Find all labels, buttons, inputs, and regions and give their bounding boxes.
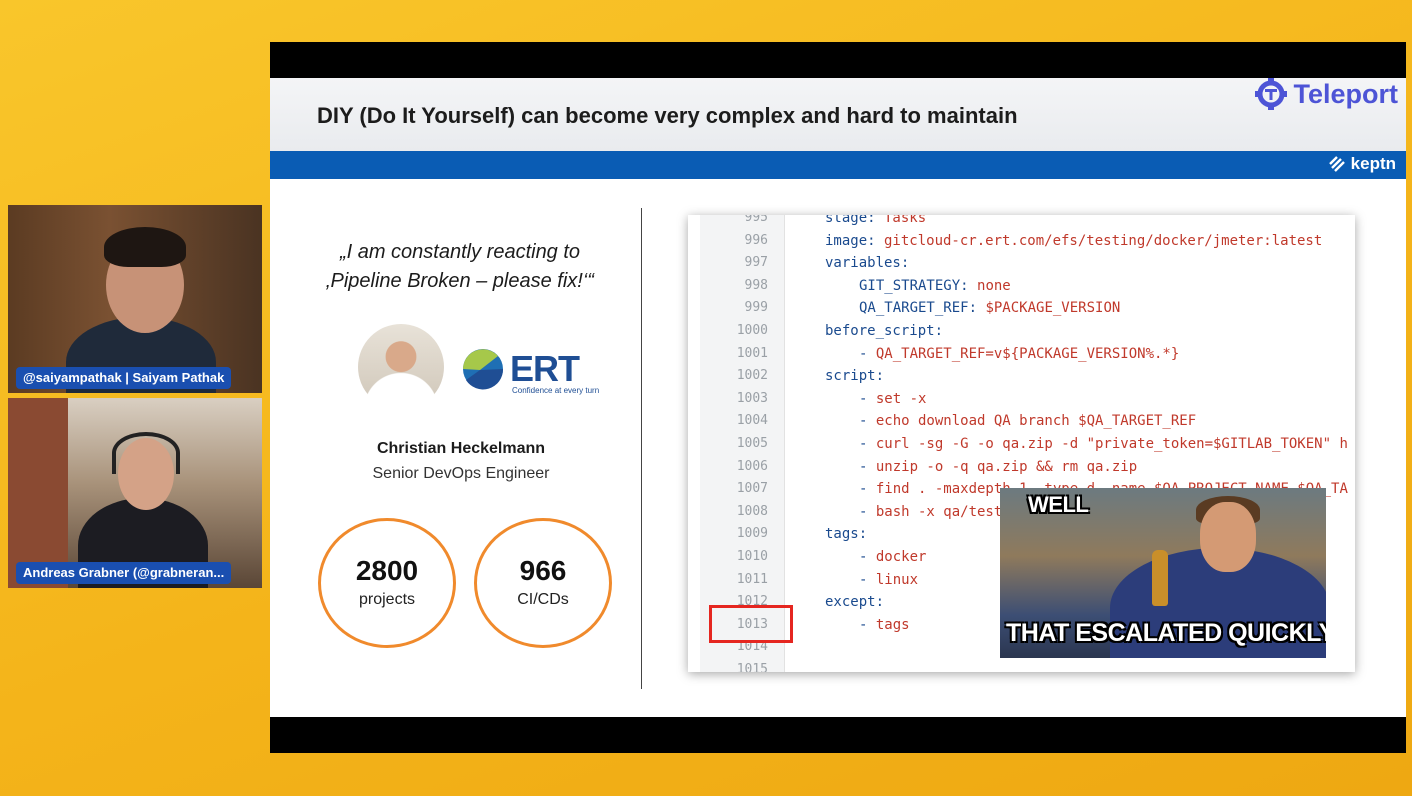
code-key: before_script: bbox=[825, 323, 944, 339]
line-number: 995 bbox=[744, 215, 768, 225]
code-key: - bbox=[859, 571, 876, 588]
code-value: $PACKAGE_VERSION bbox=[985, 300, 1121, 317]
code-key: - bbox=[859, 549, 876, 565]
meme-bottom-text: THAT ESCALATED QUICKLY bbox=[1006, 619, 1326, 647]
code-key: - bbox=[859, 413, 876, 430]
speaker-name: Christian Heckelmann bbox=[376, 440, 546, 457]
line-number: 998 bbox=[744, 277, 768, 293]
meme-top-text: WELL bbox=[1028, 492, 1089, 517]
line-number: 1011 bbox=[736, 571, 768, 587]
letterbox-top bbox=[270, 42, 1406, 78]
code-key: - bbox=[859, 345, 876, 362]
slide-divider bbox=[641, 208, 642, 689]
line-number: 1003 bbox=[736, 390, 768, 406]
code-key: - bbox=[859, 481, 876, 498]
line-number: 1000 bbox=[736, 323, 768, 338]
keptn-wordmark: keptn bbox=[1350, 154, 1396, 173]
quote-line-1: „I am constantly reacting to bbox=[339, 241, 581, 263]
line-number: 1002 bbox=[736, 368, 768, 384]
code-value: curl -sg -G -o qa.zip -d "private_token=… bbox=[875, 436, 1348, 452]
code-value: unzip -o -q qa.zip && rm qa.zip bbox=[875, 458, 1138, 475]
line-number: 1009 bbox=[736, 526, 768, 542]
line-number: 999 bbox=[744, 300, 768, 316]
highlight-box bbox=[709, 605, 793, 643]
line-number: 1006 bbox=[736, 458, 768, 474]
code-key: GIT_STRATEGY: bbox=[859, 277, 978, 294]
stat-label: projects bbox=[358, 591, 416, 608]
line-number: 1015 bbox=[736, 662, 768, 672]
line-number: 1008 bbox=[736, 503, 768, 519]
keptn-icon bbox=[1328, 156, 1345, 172]
code-key: stage: bbox=[825, 215, 885, 226]
code-value: bash -x qa/test bbox=[875, 503, 1003, 520]
participant-tile-saiyam[interactable]: @saiyampathak | Saiyam Pathak bbox=[8, 205, 262, 393]
code-key: - bbox=[859, 436, 876, 452]
code-value: none bbox=[977, 277, 1011, 294]
quote-line-2: ‚Pipeline Broken – please fix!‘“ bbox=[326, 270, 594, 292]
code-key: - bbox=[859, 458, 876, 475]
code-value: QA_TARGET_REF=v${PACKAGE_VERSION%.*} bbox=[875, 345, 1180, 362]
participant-name-tag: Andreas Grabner (@grabneran... bbox=[16, 562, 232, 584]
code-key: - bbox=[859, 503, 876, 520]
code-key: tags: bbox=[825, 526, 868, 543]
slide-header: DIY (Do It Yourself) can become very com… bbox=[270, 78, 1406, 151]
line-number: 1004 bbox=[736, 413, 768, 429]
participant-tile-andreas[interactable]: Andreas Grabner (@grabneran... bbox=[8, 398, 262, 588]
code-value: echo download QA branch $QA_TARGET_REF bbox=[875, 413, 1197, 430]
stat-cicds: 966 CI/CDs bbox=[474, 518, 612, 648]
code-key: script: bbox=[825, 368, 885, 385]
code-value: linux bbox=[875, 571, 919, 588]
stat-value: 2800 bbox=[355, 555, 419, 586]
stat-value: 966 bbox=[519, 555, 567, 586]
bottle-icon bbox=[1152, 550, 1168, 606]
customer-quote: „I am constantly reacting to ‚Pipeline B… bbox=[300, 238, 620, 296]
line-number: 1005 bbox=[736, 436, 768, 451]
teleport-gear-icon bbox=[1255, 78, 1288, 110]
ert-wordmark: ERT bbox=[510, 348, 580, 389]
code-key: - bbox=[859, 390, 876, 407]
code-value: Tasks bbox=[884, 215, 927, 226]
ert-swoosh-icon bbox=[463, 349, 504, 390]
code-key: - bbox=[859, 616, 876, 633]
meme-image: WELL THAT ESCALATED QUICKLY bbox=[1000, 488, 1326, 658]
speaker-photo bbox=[358, 324, 444, 410]
letterbox-bottom bbox=[270, 717, 1406, 753]
line-number: 997 bbox=[744, 255, 768, 271]
ert-tagline: Confidence at every turn bbox=[512, 386, 600, 395]
code-key: image: bbox=[825, 232, 885, 249]
teleport-wordmark: Teleport bbox=[1293, 78, 1398, 109]
line-number: 1010 bbox=[736, 549, 768, 564]
headset-icon bbox=[112, 432, 180, 474]
code-key: variables: bbox=[825, 255, 910, 272]
teleport-logo: Teleport bbox=[1255, 78, 1398, 110]
code-value: docker bbox=[875, 549, 927, 565]
presentation-slide: DIY (Do It Yourself) can become very com… bbox=[270, 78, 1406, 717]
code-key: QA_TARGET_REF: bbox=[859, 300, 986, 317]
keptn-logo: keptn bbox=[1327, 154, 1396, 174]
code-value: set -x bbox=[875, 390, 927, 407]
line-number: 996 bbox=[744, 232, 768, 248]
stat-projects: 2800 projects bbox=[318, 518, 456, 648]
line-number: 1007 bbox=[736, 481, 768, 497]
meme-figure-face bbox=[1200, 502, 1256, 572]
code-screenshot: 995 stage: Tasks 996 image: gitcloud-cr.ert… bbox=[688, 215, 1355, 672]
stat-label: CI/CDs bbox=[517, 591, 569, 608]
speaker-role: Senior DevOps Engineer bbox=[372, 465, 550, 482]
code-value: gitcloud-cr.ert.com/efs/testing/docker/j… bbox=[884, 232, 1323, 249]
ert-logo: ERT Confidence at every turn bbox=[462, 348, 599, 395]
participant-name-tag: @saiyampathak | Saiyam Pathak bbox=[16, 367, 232, 389]
room-background bbox=[8, 398, 68, 588]
slide-blue-bar: keptn bbox=[270, 151, 1406, 179]
code-key: except: bbox=[825, 594, 885, 611]
code-value: tags bbox=[875, 616, 910, 633]
participant-hair bbox=[104, 227, 186, 267]
line-number: 1001 bbox=[736, 345, 768, 361]
slide-title: DIY (Do It Yourself) can become very com… bbox=[317, 103, 1018, 128]
